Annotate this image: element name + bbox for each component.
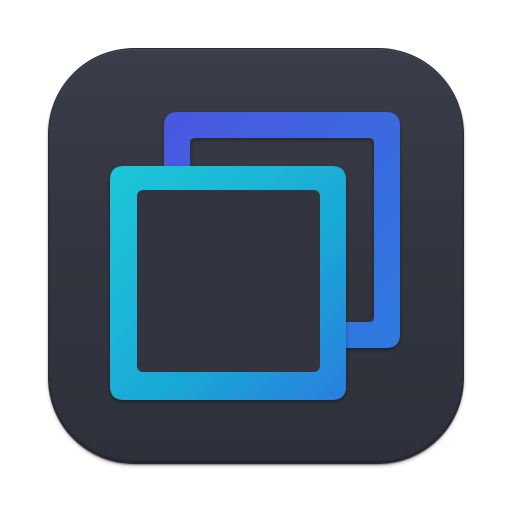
app-icon[interactable] bbox=[0, 0, 512, 512]
copy-windows-icon bbox=[110, 112, 400, 400]
front-square-inner bbox=[137, 190, 320, 372]
